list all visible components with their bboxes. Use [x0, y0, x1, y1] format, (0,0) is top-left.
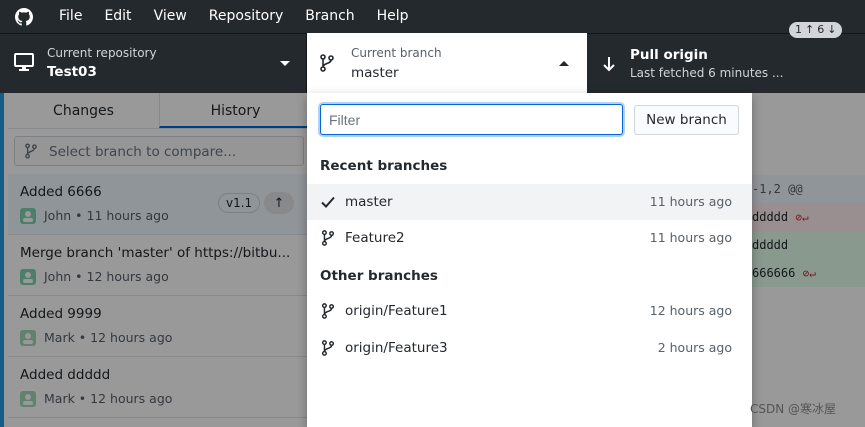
repo-name: Test03 [47, 64, 97, 80]
menu-edit[interactable]: Edit [93, 0, 142, 33]
branch-time: 11 hours ago [649, 230, 732, 245]
pull-count-badge: 1 ↑ 6 ↓ [789, 22, 843, 38]
github-logo-icon [0, 0, 48, 33]
pull-subtitle: Last fetched 6 minutes ... [630, 66, 784, 80]
caret-up-icon [559, 61, 569, 66]
arrow-up-small-icon: ↑ [805, 23, 815, 36]
monitor-icon [14, 53, 34, 71]
branch-icon [321, 303, 335, 319]
menubar: File Edit View Repository Branch Help [0, 0, 865, 33]
branch-time: 2 hours ago [657, 340, 732, 355]
menu-file[interactable]: File [48, 0, 93, 33]
watermark: CSDN @寒冰屋 [750, 402, 837, 416]
behind-count: 1 [795, 23, 802, 36]
menu-branch[interactable]: Branch [294, 0, 365, 33]
branch-icon [320, 54, 334, 72]
branch-time: 12 hours ago [649, 303, 732, 318]
branch-filter-input[interactable] [320, 104, 623, 135]
caret-down-icon [280, 61, 290, 66]
pull-title: Pull origin [630, 47, 708, 63]
branch-item-master[interactable]: master 11 hours ago [307, 184, 752, 220]
branch-time: 11 hours ago [649, 194, 732, 209]
current-repository-button[interactable]: Current repository Test03 [0, 34, 307, 93]
branch-dropdown: New branch Recent branches master 11 hou… [307, 93, 752, 427]
pull-origin-button[interactable]: Pull origin Last fetched 6 minutes ... [587, 34, 865, 93]
check-icon [321, 196, 335, 208]
branch-item-origin-feature1[interactable]: origin/Feature1 12 hours ago [307, 293, 752, 329]
branch-icon [321, 340, 335, 356]
arrow-down-icon [603, 57, 615, 72]
menu-repository[interactable]: Repository [198, 0, 294, 33]
recent-branches-header: Recent branches [320, 158, 448, 174]
new-branch-button[interactable]: New branch [634, 105, 739, 135]
other-branches-header: Other branches [320, 268, 438, 284]
branch-name: master [345, 194, 393, 210]
branch-label: Current branch [351, 46, 442, 60]
branch-item-origin-feature3[interactable]: origin/Feature3 2 hours ago [307, 330, 752, 366]
branch-name: origin/Feature3 [345, 340, 448, 356]
branch-name: Feature2 [345, 230, 405, 246]
branch-icon [321, 230, 335, 246]
branch-name: master [351, 65, 399, 81]
repo-label: Current repository [47, 46, 157, 60]
current-branch-button[interactable]: Current branch master [307, 33, 587, 94]
menu-view[interactable]: View [143, 0, 198, 33]
branch-item-feature2[interactable]: Feature2 11 hours ago [307, 220, 752, 256]
menu-help[interactable]: Help [366, 0, 420, 33]
branch-name: origin/Feature1 [345, 303, 448, 319]
ahead-count: 6 [817, 23, 825, 36]
toolbar: Current repository Test03 Current branch… [0, 33, 865, 94]
arrow-down-small-icon: ↓ [827, 23, 837, 36]
